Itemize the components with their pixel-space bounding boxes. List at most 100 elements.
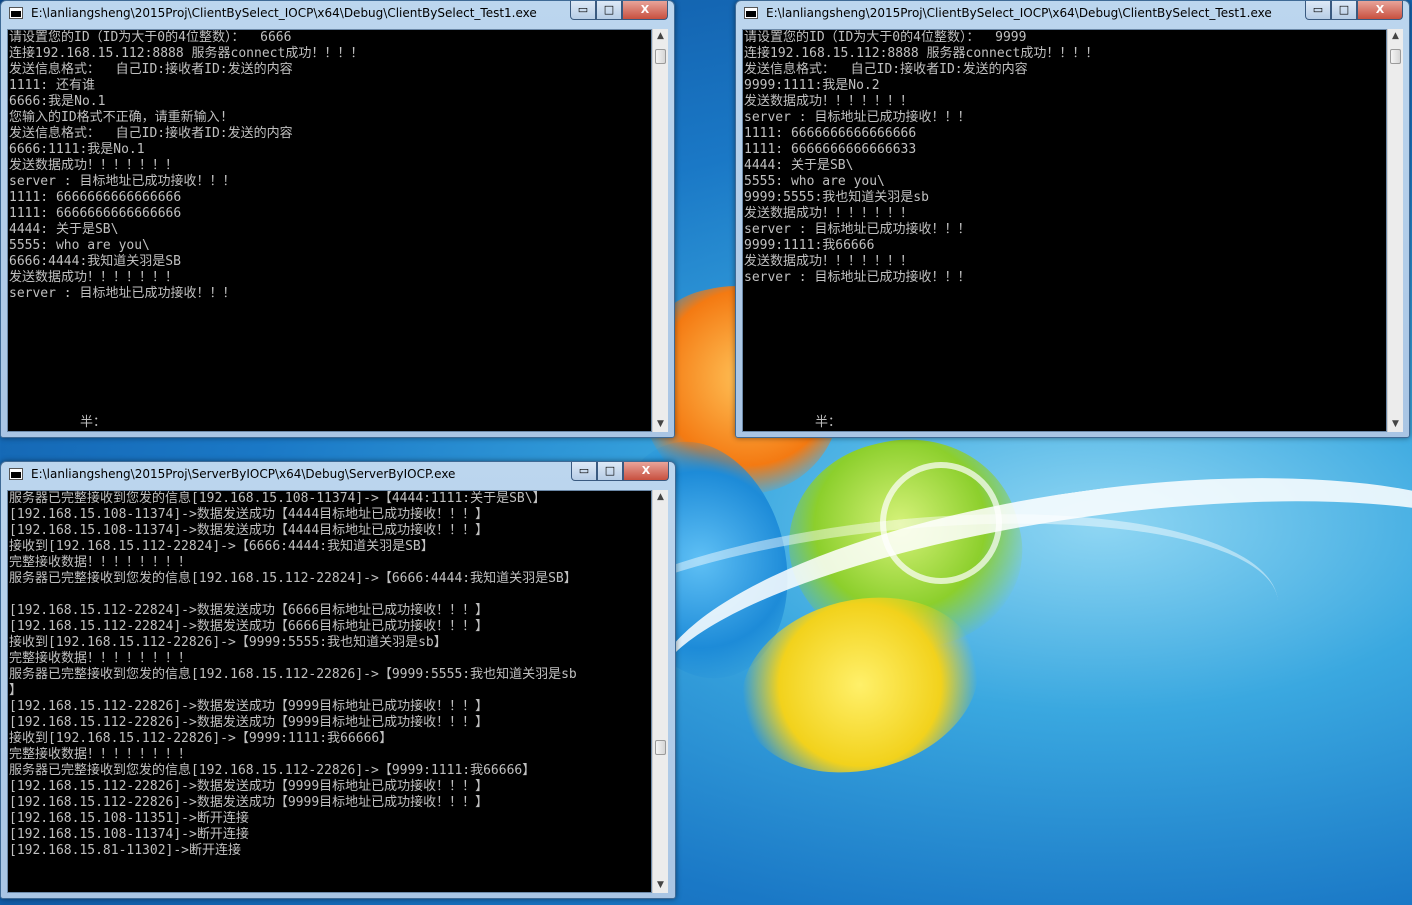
titlebar[interactable]: E:\lanliangsheng\2015Proj\ClientBySelect… [736,1,1409,27]
console-line: 5555: who are you\ [9,238,150,253]
console-line: 6666:1111:我是No.1 [9,142,145,157]
console-line: 1111: 6666666666666666 [744,126,917,141]
console-line: 完整接收数据！！！！！！！！ [9,747,192,762]
close-button[interactable]: X [622,1,668,20]
console-line: server : 目标地址已成功接收！！！ [9,174,236,189]
close-button[interactable]: X [623,462,669,481]
console-line: server : 目标地址已成功接收！！！ [744,222,971,237]
console-line: 连接192.168.15.112:8888 服务器connect成功！！！！ [744,46,1099,61]
scroll-up-icon[interactable]: ▲ [653,29,668,44]
window-title: E:\lanliangsheng\2015Proj\ServerByIOCP\x… [31,467,456,481]
vertical-scrollbar[interactable]: ▲ ▼ [1387,29,1403,432]
window-controls: ▭ □ X [1305,1,1403,20]
console-lines: 请设置您的ID（ID为大于0的4位整数）： 6666 连接192.168.15.1… [9,30,651,302]
console-line: [192.168.15.112-22826]->数据发送成功【9999目标地址已… [9,779,489,794]
console-line: 请设置您的ID（ID为大于0的4位整数）： 6666 [9,30,292,45]
console-app-icon [9,468,23,480]
console-line: [192.168.15.108-11374]->数据发送成功【4444目标地址已… [9,507,489,522]
titlebar[interactable]: E:\lanliangsheng\2015Proj\ServerByIOCP\x… [1,462,675,488]
console-line: 发送信息格式： 自己ID:接收者ID:发送的内容 [744,62,1028,77]
console-line: 接收到[192.168.15.112-22826]->【9999:1111:我6… [9,731,393,746]
console-line: 】 [9,683,23,698]
console-line: server : 目标地址已成功接收！！！ [744,110,971,125]
console-line: 4444: 关于是SB\ [744,158,854,173]
console-output[interactable]: 服务器已完整接收到您发的信息[192.168.15.108-11374]->【4… [7,490,652,893]
console-line: 服务器已完整接收到您发的信息[192.168.15.108-11374]->【4… [9,491,546,506]
console-line: 完整接收数据！！！！！！！！ [9,555,192,570]
console-line: 完整接收数据！！！！！！！！ [9,651,192,666]
ime-indicator: 半： [815,415,842,430]
vertical-scrollbar[interactable]: ▲ ▼ [652,490,668,893]
maximize-button[interactable]: □ [1331,1,1357,20]
console-line: 1111: 6666666666666666 [9,190,182,205]
console-line: server : 目标地址已成功接收！！！ [744,270,971,285]
console-line: 连接192.168.15.112:8888 服务器connect成功！！！！ [9,46,364,61]
console-line: 1111: 6666666666666633 [744,142,917,157]
minimize-button[interactable]: ▭ [1305,1,1331,20]
console-line: server : 目标地址已成功接收！！！ [9,286,236,301]
console-line: 发送信息格式： 自己ID:接收者ID:发送的内容 [9,62,293,77]
maximize-button[interactable]: □ [596,1,622,20]
scroll-down-icon[interactable]: ▼ [1388,417,1403,432]
console-line: 4444: 关于是SB\ [9,222,119,237]
console-line: 6666:我是No.1 [9,94,106,109]
console-line: 接收到[192.168.15.112-22826]->【9999:5555:我也… [9,635,447,650]
console-line: 9999:1111:我66666 [744,238,875,253]
close-button[interactable]: X [1357,1,1403,20]
console-output[interactable]: 请设置您的ID（ID为大于0的4位整数）： 9999 连接192.168.15.1… [742,29,1387,432]
console-line: [192.168.15.112-22824]->数据发送成功【6666目标地址已… [9,603,489,618]
wallpaper-ring [880,462,1002,584]
window-controls: ▭ □ X [570,1,668,20]
console-line: 发送数据成功！！！！！！！ [744,94,914,109]
console-line: 1111: 还有谁 [9,78,95,93]
ime-indicator: 半： [80,415,107,430]
window-title: E:\lanliangsheng\2015Proj\ClientBySelect… [766,6,1272,20]
console-lines: 请设置您的ID（ID为大于0的4位整数）： 9999 连接192.168.15.1… [744,30,1386,286]
titlebar[interactable]: E:\lanliangsheng\2015Proj\ClientBySelect… [1,1,674,27]
console-line: 发送数据成功！！！！！！！ [744,254,914,269]
console-line: 服务器已完整接收到您发的信息[192.168.15.112-22826]->【9… [9,667,577,682]
console-line: 服务器已完整接收到您发的信息[192.168.15.112-22826]->【9… [9,763,536,778]
console-lines: 服务器已完整接收到您发的信息[192.168.15.108-11374]->【4… [9,491,651,859]
vertical-scrollbar[interactable]: ▲ ▼ [652,29,668,432]
console-line: 接收到[192.168.15.112-22824]->【6666:4444:我知… [9,539,434,554]
scroll-up-icon[interactable]: ▲ [653,490,668,505]
console-line: 6666:4444:我知道关羽是SB [9,254,181,269]
console-line: 发送数据成功！！！！！！！ [9,158,179,173]
console-line: [192.168.15.112-22826]->数据发送成功【9999目标地址已… [9,715,489,730]
console-line: [192.168.15.112-22826]->数据发送成功【9999目标地址已… [9,699,489,714]
console-line: 请设置您的ID（ID为大于0的4位整数）： 9999 [744,30,1027,45]
console-line: [192.168.15.108-11374]->断开连接 [9,827,249,842]
console-line: 服务器已完整接收到您发的信息[192.168.15.112-22824]->【6… [9,571,577,586]
scroll-down-icon[interactable]: ▼ [653,417,668,432]
console-app-icon [744,7,758,19]
console-line: 发送数据成功！！！！！！！ [744,206,914,221]
minimize-button[interactable]: ▭ [571,462,597,481]
minimize-button[interactable]: ▭ [570,1,596,20]
console-line: [192.168.15.108-11351]->断开连接 [9,811,249,826]
window-controls: ▭ □ X [571,462,669,481]
maximize-button[interactable]: □ [597,462,623,481]
console-app-icon [9,7,23,19]
console-line: 9999:5555:我也知道关羽是sb [744,190,929,205]
console-line: 9999:1111:我是No.2 [744,78,880,93]
scroll-thumb[interactable] [655,49,666,64]
scroll-thumb[interactable] [1390,49,1401,64]
console-window-client1[interactable]: E:\lanliangsheng\2015Proj\ClientBySelect… [0,0,675,438]
console-line: [192.168.15.112-22824]->数据发送成功【6666目标地址已… [9,619,489,634]
console-window-client2[interactable]: E:\lanliangsheng\2015Proj\ClientBySelect… [735,0,1410,438]
console-line: 发送数据成功！！！！！！！ [9,270,179,285]
console-output[interactable]: 请设置您的ID（ID为大于0的4位整数）： 6666 连接192.168.15.1… [7,29,652,432]
scroll-down-icon[interactable]: ▼ [653,878,668,893]
console-line: 您输入的ID格式不正确，请重新输入! [9,110,228,125]
console-line: 发送信息格式： 自己ID:接收者ID:发送的内容 [9,126,293,141]
console-line: [192.168.15.108-11374]->数据发送成功【4444目标地址已… [9,523,489,538]
console-line: [192.168.15.112-22826]->数据发送成功【9999目标地址已… [9,795,489,810]
scroll-up-icon[interactable]: ▲ [1388,29,1403,44]
console-window-server[interactable]: E:\lanliangsheng\2015Proj\ServerByIOCP\x… [0,461,676,899]
console-line: 1111: 6666666666666666 [9,206,182,221]
console-line: 5555: who are you\ [744,174,885,189]
scroll-thumb[interactable] [655,740,666,755]
window-title: E:\lanliangsheng\2015Proj\ClientBySelect… [31,6,537,20]
